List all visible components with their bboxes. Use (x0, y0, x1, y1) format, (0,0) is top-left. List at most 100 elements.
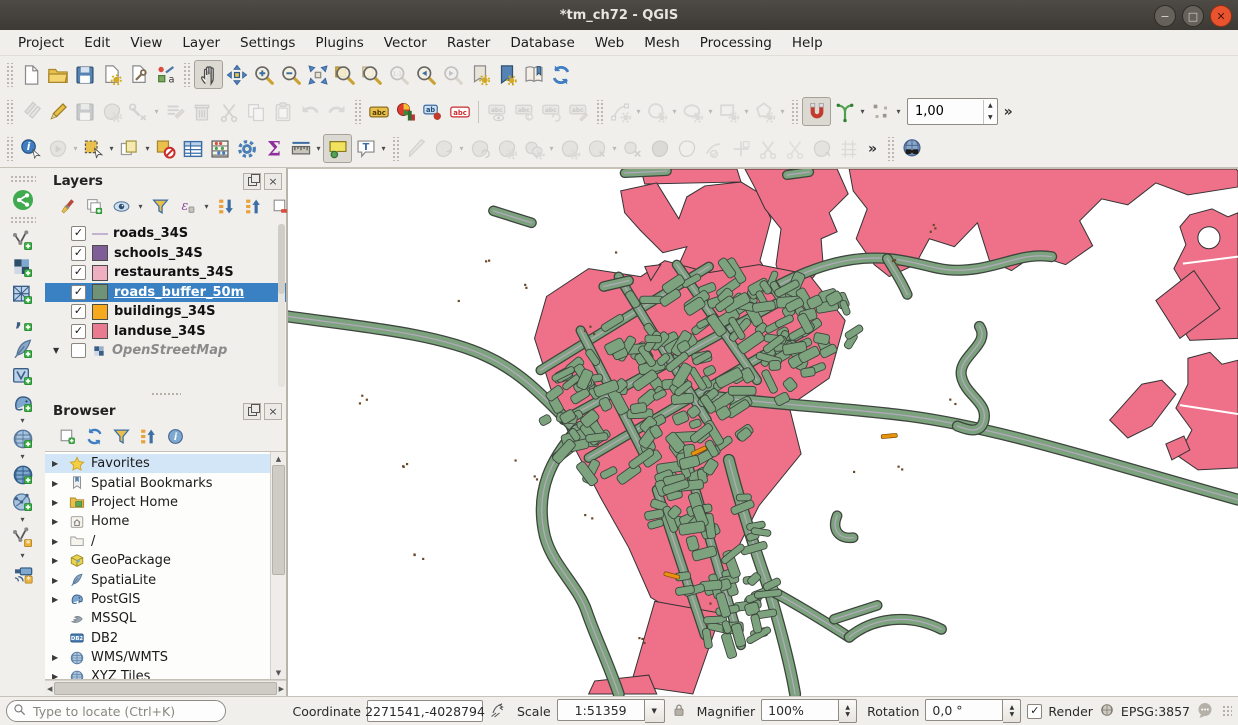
save-project-button[interactable] (71, 61, 98, 88)
new-print-layout-button[interactable] (98, 61, 125, 88)
toolbar-drag-handle[interactable] (5, 63, 14, 87)
field-calculator-button[interactable] (206, 135, 233, 162)
menu-help[interactable]: Help (782, 33, 833, 53)
scroll-down-icon[interactable]: ▼ (276, 666, 281, 679)
panel-splitter[interactable] (45, 390, 286, 398)
manage-map-themes-dropdown-icon[interactable]: ▾ (136, 202, 145, 211)
delete-ring-button[interactable] (619, 135, 646, 162)
filter-by-expression-button[interactable]: ε (175, 194, 199, 218)
move-feature-button[interactable] (430, 135, 457, 162)
show-properties-widget-button[interactable]: i (163, 424, 187, 448)
measure-dropdown-icon[interactable]: ▾ (314, 144, 323, 153)
add-wms-wmts-layer-button[interactable] (9, 425, 36, 452)
add-delimited-text-layer-button[interactable]: , (9, 308, 36, 335)
text-annotation-dropdown-icon[interactable]: ▾ (379, 144, 388, 153)
paste-features-button[interactable] (269, 98, 296, 125)
render-checkbox[interactable]: ✓ (1027, 704, 1042, 719)
move-feature-dropdown-icon[interactable]: ▾ (457, 144, 466, 153)
change-label-button[interactable]: abc (565, 98, 592, 125)
menu-vector[interactable]: Vector (374, 33, 437, 53)
zoom-to-selection-button[interactable] (331, 61, 358, 88)
add-ring-dropdown-icon[interactable]: ▾ (547, 144, 556, 153)
add-ring-button[interactable] (520, 135, 547, 162)
magnifier-spinbox[interactable]: 100% ▲▼ (761, 699, 857, 723)
resize-grip[interactable] (1222, 705, 1232, 717)
current-edits-button[interactable] (17, 98, 44, 125)
toolbar-overflow-icon[interactable]: » (1004, 104, 1013, 120)
enable-snapping-button[interactable] (802, 97, 831, 126)
modify-attributes-button[interactable] (125, 98, 152, 125)
rotation-spinbox[interactable]: 0,0 ° ▲▼ (925, 699, 1021, 723)
layer-visibility-checkbox[interactable]: ✓ (71, 226, 86, 241)
browser-item-spatial-bookmarks[interactable]: ▶Spatial Bookmarks (45, 473, 270, 492)
layer-item-roads_buffer_50m[interactable]: ✓roads_buffer_50m (45, 283, 286, 303)
rotate-label-button[interactable]: abc (538, 98, 565, 125)
browser-horizontal-scrollbar[interactable]: ◀ ▶ (45, 680, 286, 696)
enable-tracing-dropdown-icon[interactable]: ▾ (858, 107, 867, 116)
show-bookmark-manager-button[interactable] (520, 61, 547, 88)
zoom-last-button[interactable] (412, 61, 439, 88)
digitize-rectangle-button[interactable] (715, 98, 742, 125)
filter-legend-button[interactable] (148, 194, 172, 218)
menu-web[interactable]: Web (585, 33, 634, 53)
collapse-all-browser-button[interactable] (136, 424, 160, 448)
layers-panel-float-button[interactable] (243, 173, 261, 190)
messages-icon[interactable] (1196, 701, 1214, 722)
merge-features-button[interactable] (781, 135, 808, 162)
browser-vertical-scrollbar[interactable]: ▲ ▼ (270, 452, 286, 679)
browser-panel-float-button[interactable] (243, 403, 261, 420)
expander-icon[interactable]: ▶ (52, 556, 58, 565)
layer-visibility-checkbox[interactable]: ✓ (71, 246, 86, 261)
layer-visibility-checkbox[interactable]: ✓ (71, 304, 86, 319)
digitize-with-segment-dropdown-icon[interactable]: ▾ (634, 107, 643, 116)
save-layer-edits-button[interactable] (71, 98, 98, 125)
open-project-button[interactable] (44, 61, 71, 88)
zoom-next-button[interactable] (439, 61, 466, 88)
add-part-button[interactable] (556, 135, 583, 162)
browser-item-project-home[interactable]: ▶Project Home (45, 493, 270, 512)
minimize-button[interactable]: − (1154, 5, 1176, 27)
layer-visibility-checkbox[interactable]: ✓ (71, 285, 86, 300)
toolbar-drag-handle[interactable] (595, 100, 604, 124)
split-features-button[interactable] (727, 135, 754, 162)
toolbar-drag-handle[interactable] (353, 100, 362, 124)
expander-icon[interactable]: ▶ (52, 576, 58, 585)
close-button[interactable]: ✕ (1210, 5, 1232, 27)
add-wfs-layer-dropdown-icon[interactable]: ▾ (18, 515, 27, 524)
self-snapping-dropdown-icon[interactable]: ▾ (894, 107, 903, 116)
browser-item-postgis[interactable]: ▶PostGIS (45, 590, 270, 609)
browser-item--[interactable]: ▶/ (45, 532, 270, 551)
layer-diagram-options-button[interactable] (392, 98, 419, 125)
merge-feature-attributes-button[interactable] (808, 135, 835, 162)
select-features-dropdown-icon[interactable]: ▾ (107, 144, 116, 153)
browser-item-favorites[interactable]: ▶Favorites (45, 454, 270, 473)
trim-extend-button[interactable] (835, 135, 862, 162)
zoom-in-button[interactable] (250, 61, 277, 88)
refresh-browser-button[interactable] (82, 424, 106, 448)
add-postgis-layer-button[interactable] (9, 389, 36, 416)
pan-to-selection-button[interactable] (223, 61, 250, 88)
expander-icon[interactable]: ▶ (52, 653, 58, 662)
menu-layer[interactable]: Layer (172, 33, 230, 53)
expander-icon[interactable]: ▶ (52, 479, 58, 488)
digitize-ellipse-dropdown-icon[interactable]: ▾ (706, 107, 715, 116)
scale-combo[interactable]: 1:51359 ▼ (557, 699, 665, 723)
text-annotation-button[interactable]: T (352, 135, 379, 162)
identify-features-button[interactable]: i (17, 135, 44, 162)
zoom-out-button[interactable] (277, 61, 304, 88)
offset-curve-button[interactable] (700, 135, 727, 162)
add-mesh-layer-button[interactable] (9, 281, 36, 308)
menu-view[interactable]: View (120, 33, 172, 53)
manage-map-themes-button[interactable] (109, 194, 133, 218)
add-wfs-layer-button[interactable] (9, 488, 36, 515)
menu-raster[interactable]: Raster (437, 33, 501, 53)
expander-icon[interactable]: ▶ (52, 595, 58, 604)
fill-ring-button[interactable] (583, 135, 610, 162)
menu-edit[interactable]: Edit (74, 33, 120, 53)
enable-tracing-button[interactable] (831, 98, 858, 125)
scroll-right-icon[interactable]: ▶ (279, 685, 284, 693)
split-parts-button[interactable] (754, 135, 781, 162)
measure-button[interactable] (287, 135, 314, 162)
delete-selected-button[interactable] (188, 98, 215, 125)
browser-item-mssql[interactable]: MSSQL (45, 609, 270, 628)
